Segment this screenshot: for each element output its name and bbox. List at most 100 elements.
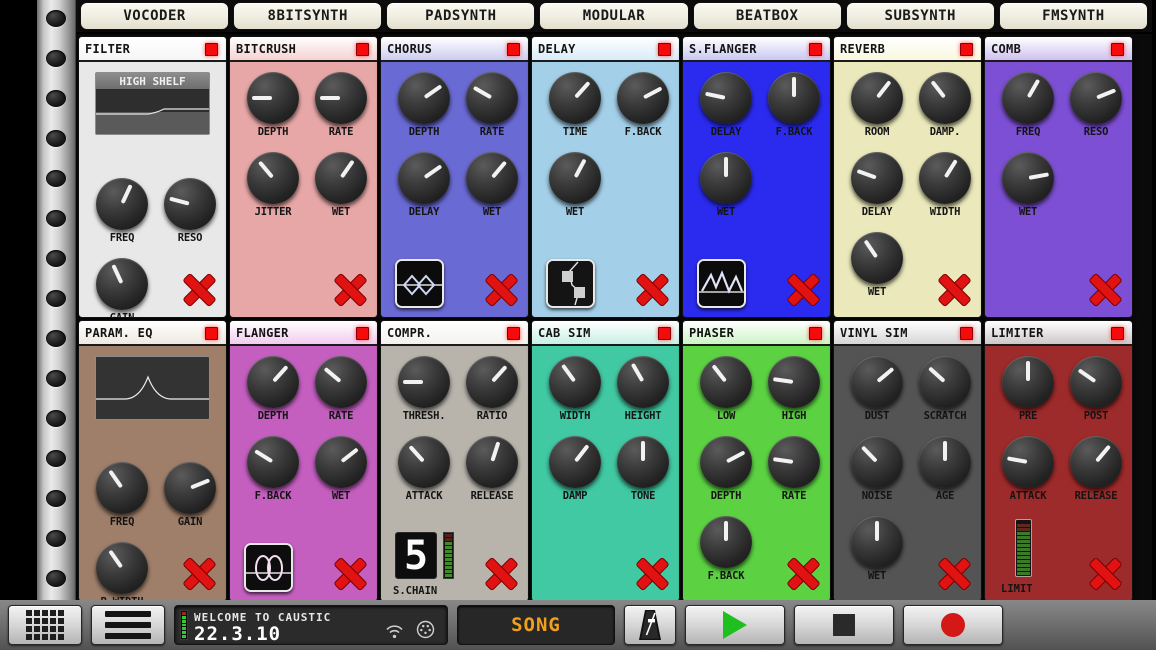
knob-dial[interactable] [315,152,367,204]
remove-effect-button[interactable] [633,555,669,591]
knob-dial[interactable] [549,436,601,488]
knob-depth[interactable]: DEPTH [695,436,757,502]
remove-effect-button[interactable] [331,271,367,307]
flanger-loops-button[interactable] [244,543,293,592]
knob-dial[interactable] [768,436,820,488]
flanger-wave-button[interactable] [697,259,746,308]
knob-height[interactable]: HEIGHT [612,356,674,422]
knob-time[interactable]: TIME [544,72,606,138]
knob-dial[interactable] [851,356,903,408]
knob-dial[interactable] [700,436,752,488]
knob-dial[interactable] [768,72,820,124]
knob-wet[interactable]: WET [310,152,372,218]
knob-dial[interactable] [466,436,518,488]
knob-delay[interactable]: DELAY [695,72,757,138]
remove-effect-button[interactable] [331,555,367,591]
tab-8bitsynth[interactable]: 8BITSYNTH [233,2,382,30]
remove-effect-button[interactable] [1086,555,1122,591]
knob-dial[interactable] [466,356,518,408]
status-display[interactable]: WELCOME TO CAUSTIC 22.3.10 [174,605,448,645]
knob-damp[interactable]: DAMP. [914,72,976,138]
knob-reso[interactable]: RESO [1065,72,1127,138]
knob-fback[interactable]: F.BACK [695,516,757,582]
knob-dial[interactable] [466,72,518,124]
remove-effect-button[interactable] [935,555,971,591]
knob-high[interactable]: HIGH [763,356,825,422]
tab-beatbox[interactable]: BEATBOX [693,2,842,30]
knob-room[interactable]: ROOM [846,72,908,138]
remove-effect-button[interactable] [180,555,216,591]
effect-power-led[interactable] [205,43,218,56]
knob-dial[interactable] [398,436,450,488]
effect-power-led[interactable] [809,327,822,340]
knob-release[interactable]: RELEASE [1065,436,1127,502]
knob-dial[interactable] [1002,152,1054,204]
knob-dial[interactable] [96,178,148,230]
knob-dial[interactable] [919,152,971,204]
effect-power-led[interactable] [507,327,520,340]
knob-dial[interactable] [96,542,148,594]
tab-subsynth[interactable]: SUBSYNTH [846,2,995,30]
remove-effect-button[interactable] [784,555,820,591]
sidechain-display[interactable]: 5 [395,532,437,579]
knob-dial[interactable] [315,436,367,488]
knob-dust[interactable]: DUST [846,356,908,422]
knob-dial[interactable] [96,462,148,514]
knob-dial[interactable] [96,258,148,310]
knob-dial[interactable] [617,72,669,124]
effect-graph-display[interactable]: HIGH SHELF [95,72,210,135]
tab-padsynth[interactable]: PADSYNTH [386,2,535,30]
record-button[interactable] [903,605,1003,645]
knob-freq[interactable]: FREQ [997,72,1059,138]
knob-scratch[interactable]: SCRATCH [914,356,976,422]
effect-power-led[interactable] [658,327,671,340]
knob-dial[interactable] [851,516,903,568]
knob-dial[interactable] [549,72,601,124]
stop-button[interactable] [794,605,894,645]
knob-dial[interactable] [247,72,299,124]
knob-width[interactable]: WIDTH [544,356,606,422]
knob-wet[interactable]: WET [846,516,908,582]
knob-dial[interactable] [1002,436,1054,488]
knob-rate[interactable]: RATE [461,72,523,138]
knob-dial[interactable] [164,462,216,514]
knob-dial[interactable] [247,152,299,204]
knob-dial[interactable] [398,72,450,124]
knob-gain[interactable]: GAIN [159,462,221,528]
knob-reso[interactable]: RESO [159,178,221,244]
knob-depth[interactable]: DEPTH [393,72,455,138]
knob-dial[interactable] [851,72,903,124]
effect-power-led[interactable] [356,327,369,340]
filter-type-selector[interactable]: HIGH SHELF [96,73,209,90]
knob-wet[interactable]: WET [544,152,606,218]
effect-power-led[interactable] [1111,43,1124,56]
knob-dial[interactable] [617,436,669,488]
delay-steps-button[interactable] [546,259,595,308]
knob-damp[interactable]: DAMP [544,436,606,502]
effect-power-led[interactable] [205,327,218,340]
knob-fback[interactable]: F.BACK [242,436,304,502]
effect-graph-display[interactable] [95,356,210,420]
tab-modular[interactable]: MODULAR [539,2,688,30]
knob-dial[interactable] [700,516,752,568]
knob-dial[interactable] [851,232,903,284]
knob-release[interactable]: RELEASE [461,436,523,502]
knob-dial[interactable] [247,436,299,488]
chorus-wave-button[interactable] [395,259,444,308]
knob-freq[interactable]: FREQ [91,462,153,528]
knob-dial[interactable] [315,356,367,408]
remove-effect-button[interactable] [633,271,669,307]
knob-dial[interactable] [1002,72,1054,124]
knob-dial[interactable] [851,152,903,204]
knob-fback[interactable]: F.BACK [612,72,674,138]
knob-thresh[interactable]: THRESH. [393,356,455,422]
effect-power-led[interactable] [507,43,520,56]
knob-dial[interactable] [919,72,971,124]
knob-depth[interactable]: DEPTH [242,356,304,422]
knob-width[interactable]: WIDTH [914,152,976,218]
knob-dial[interactable] [164,178,216,230]
remove-effect-button[interactable] [935,271,971,307]
knob-dial[interactable] [398,152,450,204]
knob-gain[interactable]: GAIN [91,258,153,318]
knob-bwidth[interactable]: B.WIDTH [91,542,153,602]
